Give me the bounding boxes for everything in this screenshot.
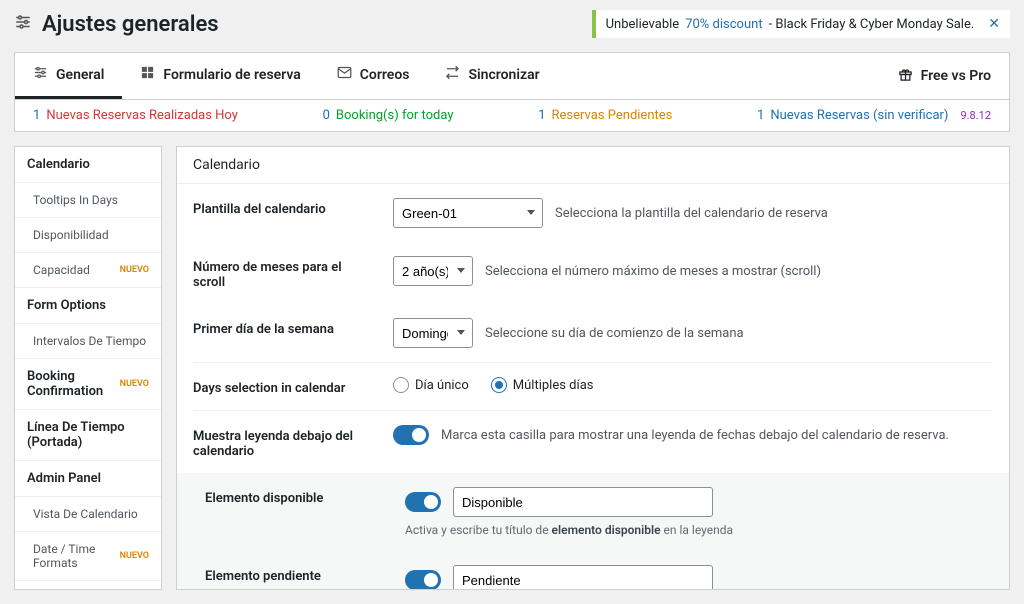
radio-label: Día único bbox=[415, 378, 469, 393]
sidebar-item-capacidad[interactable]: Capacidad NUEVO bbox=[15, 253, 161, 288]
meses-select[interactable]: 2 año(s) bbox=[393, 256, 473, 286]
leyenda-toggle[interactable] bbox=[393, 425, 429, 445]
stat-number: 1 bbox=[538, 108, 545, 123]
sidebar-item-form-options[interactable]: Form Options bbox=[15, 288, 161, 324]
sidebar-item-label: Admin Panel bbox=[27, 471, 101, 486]
sidebar-item-admin[interactable]: Admin Panel bbox=[15, 461, 161, 497]
free-pro-label: Free vs Pro bbox=[921, 68, 991, 84]
primer-label: Primer día de la semana bbox=[193, 318, 373, 337]
disp-input[interactable] bbox=[453, 487, 713, 517]
sidebar-item-label: Intervalos De Tiempo bbox=[33, 334, 146, 348]
tab-label: Sincronizar bbox=[468, 67, 539, 83]
sidebar-item-label: Disponibilidad bbox=[33, 228, 109, 242]
sidebar-item-label: Date / Time Formats bbox=[33, 542, 120, 570]
pend-toggle[interactable] bbox=[405, 570, 441, 590]
section-title: Calendario bbox=[177, 147, 1009, 184]
sidebar-item-vista[interactable]: Vista De Calendario bbox=[15, 497, 161, 532]
close-icon[interactable]: ✕ bbox=[988, 16, 1000, 32]
plantilla-help: Selecciona la plantilla del calendario d… bbox=[555, 206, 828, 221]
tab-formulario[interactable]: Formulario de reserva bbox=[122, 53, 318, 99]
free-vs-pro-link[interactable]: Free vs Pro bbox=[880, 67, 1009, 86]
stat-label: Nuevas Reservas Realizadas Hoy bbox=[46, 108, 238, 123]
stat-bookings-today[interactable]: 0 Booking(s) for today bbox=[323, 108, 454, 123]
version-label: 9.8.12 bbox=[960, 109, 991, 122]
mail-icon bbox=[337, 65, 352, 84]
radio-mult-dias[interactable]: Múltiples días bbox=[491, 377, 594, 393]
page-title: Ajustes generales bbox=[42, 12, 219, 37]
banner-link[interactable]: 70% discount bbox=[685, 17, 762, 32]
sync-icon bbox=[445, 65, 460, 84]
nuevo-badge: NUEVO bbox=[120, 551, 149, 561]
gift-icon bbox=[898, 67, 913, 86]
radio-icon bbox=[393, 377, 409, 393]
tab-correos[interactable]: Correos bbox=[319, 53, 428, 99]
disp-help: Activa y escribe tu título de elemento d… bbox=[405, 523, 981, 537]
nuevo-badge: NUEVO bbox=[120, 265, 149, 275]
sidebar-item-linea[interactable]: Línea De Tiempo (Portada) bbox=[15, 410, 161, 461]
days-label: Days selection in calendar bbox=[193, 377, 373, 396]
stat-label: Reservas Pendientes bbox=[552, 108, 673, 123]
stat-label: Booking(s) for today bbox=[336, 108, 454, 123]
promo-banner: Unbelievable 70% discount - Black Friday… bbox=[592, 10, 1010, 38]
leyenda-help: Marca esta casilla para mostrar una leye… bbox=[441, 428, 949, 443]
stat-unverified[interactable]: 1 Nuevas Reservas (sin verificar) bbox=[757, 108, 948, 123]
plantilla-label: Plantilla del calendario bbox=[193, 198, 373, 217]
stat-label: Nuevas Reservas (sin verificar) bbox=[770, 108, 948, 123]
tab-label: Formulario de reserva bbox=[163, 67, 300, 83]
nuevo-badge: NUEVO bbox=[120, 379, 149, 389]
banner-post: - Black Friday & Cyber Monday Sale. bbox=[769, 17, 975, 32]
stat-new-today[interactable]: 1 Nuevas Reservas Realizadas Hoy bbox=[33, 108, 238, 123]
stat-number: 1 bbox=[757, 108, 764, 123]
radio-label: Múltiples días bbox=[513, 378, 594, 393]
meses-label: Número de meses para el scroll bbox=[193, 256, 373, 290]
primer-select[interactable]: Domingo bbox=[393, 318, 473, 348]
disp-toggle[interactable] bbox=[405, 492, 441, 512]
sidebar-item-booking-conf[interactable]: Booking ConfirmationNUEVO bbox=[15, 359, 161, 410]
leyenda-label: Muestra leyenda debajo del calendario bbox=[193, 425, 373, 459]
sidebar-item-label: Vista De Calendario bbox=[33, 507, 138, 521]
disp-label: Elemento disponible bbox=[205, 487, 385, 506]
pend-label: Elemento pendiente bbox=[205, 565, 385, 584]
stat-pending[interactable]: 1 Reservas Pendientes bbox=[538, 108, 672, 123]
meses-help: Selecciona el número máximo de meses a m… bbox=[485, 264, 821, 279]
tab-label: General bbox=[56, 67, 104, 83]
stat-number: 0 bbox=[323, 108, 330, 123]
sliders-icon bbox=[33, 65, 48, 84]
tab-label: Correos bbox=[360, 67, 410, 83]
plantilla-select[interactable]: Green-01 bbox=[393, 198, 543, 228]
sidebar-item-label: Tooltips In Days bbox=[33, 193, 118, 207]
form-icon bbox=[140, 65, 155, 84]
tab-sincronizar[interactable]: Sincronizar bbox=[427, 53, 557, 99]
sidebar-item-intervalos[interactable]: Intervalos De Tiempo bbox=[15, 324, 161, 359]
sidebar-item-label: Línea De Tiempo (Portada) bbox=[27, 420, 149, 450]
sidebar-item-calendario[interactable]: Calendario bbox=[15, 147, 161, 183]
banner-pre: Unbelievable bbox=[606, 17, 680, 32]
sliders-icon bbox=[14, 13, 32, 35]
sidebar: Calendario Tooltips In Days Disponibilid… bbox=[14, 146, 162, 590]
primer-help: Seleccione su día de comienzo de la sema… bbox=[485, 326, 744, 341]
radio-dia-unico[interactable]: Día único bbox=[393, 377, 469, 393]
sidebar-item-label: Capacidad bbox=[33, 263, 90, 277]
stat-number: 1 bbox=[33, 108, 40, 123]
sidebar-item-datetime[interactable]: Date / Time FormatsNUEVO bbox=[15, 532, 161, 581]
sidebar-item-tooltips[interactable]: Tooltips In Days bbox=[15, 183, 161, 218]
sidebar-item-plugin[interactable]: Plugin Menu / Permissions bbox=[15, 581, 161, 590]
sidebar-item-label: Booking Confirmation bbox=[27, 369, 120, 399]
pend-input[interactable] bbox=[453, 565, 713, 590]
tab-general[interactable]: General bbox=[15, 53, 122, 99]
radio-icon bbox=[491, 377, 507, 393]
sidebar-item-disponibilidad[interactable]: Disponibilidad bbox=[15, 218, 161, 253]
sidebar-item-label: Calendario bbox=[27, 157, 90, 172]
sidebar-item-label: Form Options bbox=[27, 298, 106, 313]
